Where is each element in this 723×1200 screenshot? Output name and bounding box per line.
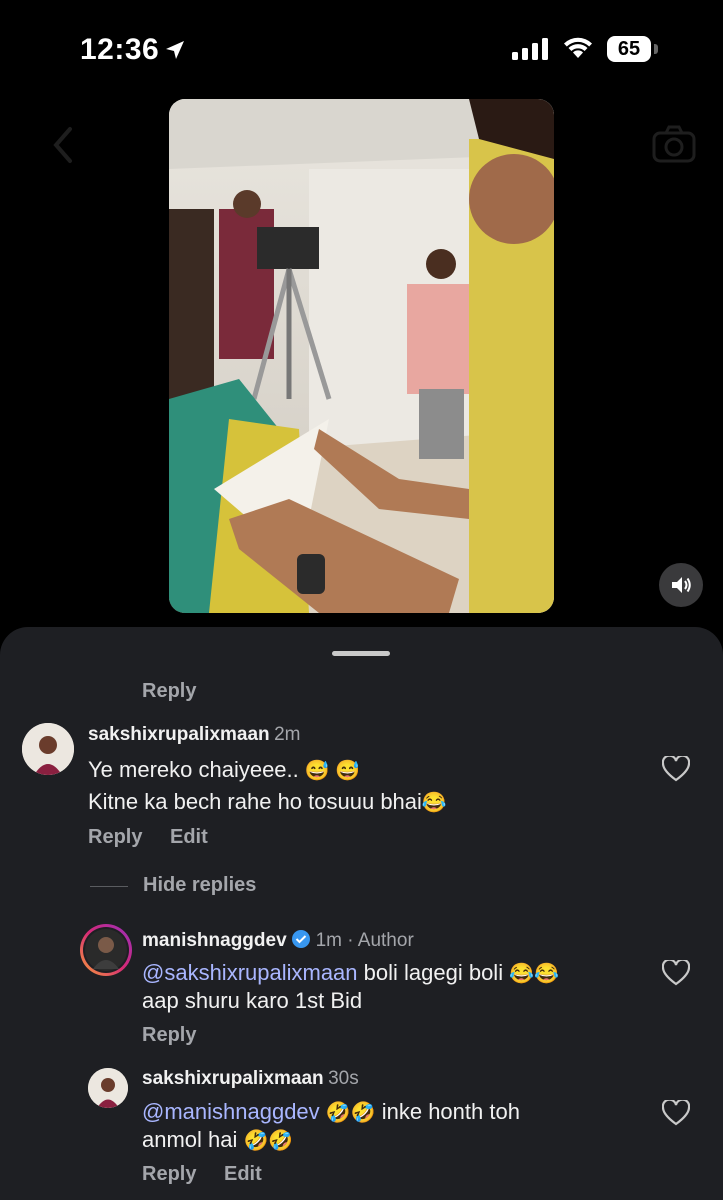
reply-button[interactable]: Reply [88,826,142,849]
verified-badge-icon [292,930,311,948]
rofl-emoji: 🤣🤣 [243,1130,294,1152]
heart-icon[interactable] [662,960,690,986]
speaker-icon [672,577,691,593]
rofl-emoji: 🤣🤣 [325,1102,376,1124]
reply-text-line1: @manishnaggdev 🤣🤣 inke honth toh [142,1099,520,1125]
mute-toggle-button[interactable] [659,563,703,607]
reply-username[interactable]: sakshixrupalixmaan [142,1068,324,1089]
comment-timestamp: 2m [274,724,301,745]
reply-header: sakshixrupalixmaan 30s [142,1068,359,1090]
hide-replies-button[interactable]: Hide replies [143,874,256,897]
reply-button[interactable]: Reply [142,1163,196,1186]
reply-text: inke honth toh [375,1099,520,1124]
mention-link[interactable]: @sakshixrupalixmaan [142,960,358,985]
camera-icon[interactable] [652,125,696,163]
comments-sheet: Reply sakshixrupalixmaan 2m Ye mereko ch… [0,627,723,1200]
reply-header: manishnaggdev 1m · Author [142,929,414,952]
comment-header: sakshixrupalixmaan 2m [88,724,301,746]
edit-button[interactable]: Edit [170,826,208,849]
cellular-signal-icon [512,38,548,60]
heart-icon[interactable] [662,756,690,782]
comment-username[interactable]: sakshixrupalixmaan [88,724,270,745]
wifi-icon [564,37,592,58]
avatar[interactable] [88,1068,128,1108]
clock: 12:36 [80,33,160,66]
back-chevron-icon[interactable] [50,125,76,165]
avatar[interactable] [22,723,74,775]
battery-icon: 65 [607,36,651,62]
reply-timestamp: 30s [328,1068,359,1089]
reply-text-line2: anmol hai 🤣🤣 [142,1127,293,1153]
avatar-image [85,929,127,971]
reply-button[interactable]: Reply [142,680,196,703]
avatar-image [88,1068,128,1108]
status-bar: 12:36 65 [0,0,723,100]
comment-text-line1: Ye mereko chaiyeee.. 😅 😅 [88,757,360,783]
joy-emoji: 😂 [421,792,447,814]
reply-timestamp: 1m · Author [315,930,414,951]
comment-text-line2: Kitne ka bech rahe ho tosuuu bhai😂 [88,789,447,815]
sweat-smile-emoji: 😅 😅 [304,760,361,782]
video-frame [169,99,554,613]
reel-video[interactable] [169,99,554,613]
reply-username[interactable]: manishnaggdev [142,930,287,951]
comment-text: Kitne ka bech rahe ho tosuuu bhai [88,789,422,814]
edit-button[interactable]: Edit [224,1163,262,1186]
comment-text: Ye mereko chaiyeee.. [88,757,299,782]
reply-button[interactable]: Reply [142,1024,196,1047]
avatar-story-ring[interactable] [80,924,132,976]
divider [90,886,128,887]
reply-text-line1: @sakshixrupalixmaan boli lagegi boli 😂😂 [142,960,559,986]
avatar-image [22,723,74,775]
battery-nub [654,44,658,54]
reply-text: boli lagegi boli [357,960,510,985]
location-arrow-icon [166,41,184,59]
heart-icon[interactable] [662,1100,690,1126]
mention-link[interactable]: @manishnaggdev [142,1099,320,1124]
sheet-drag-handle[interactable] [332,651,390,656]
reply-text: anmol hai [142,1127,244,1152]
reply-text-line2: aap shuru karo 1st Bid [142,988,363,1013]
joy-emoji: 😂😂 [509,963,560,985]
